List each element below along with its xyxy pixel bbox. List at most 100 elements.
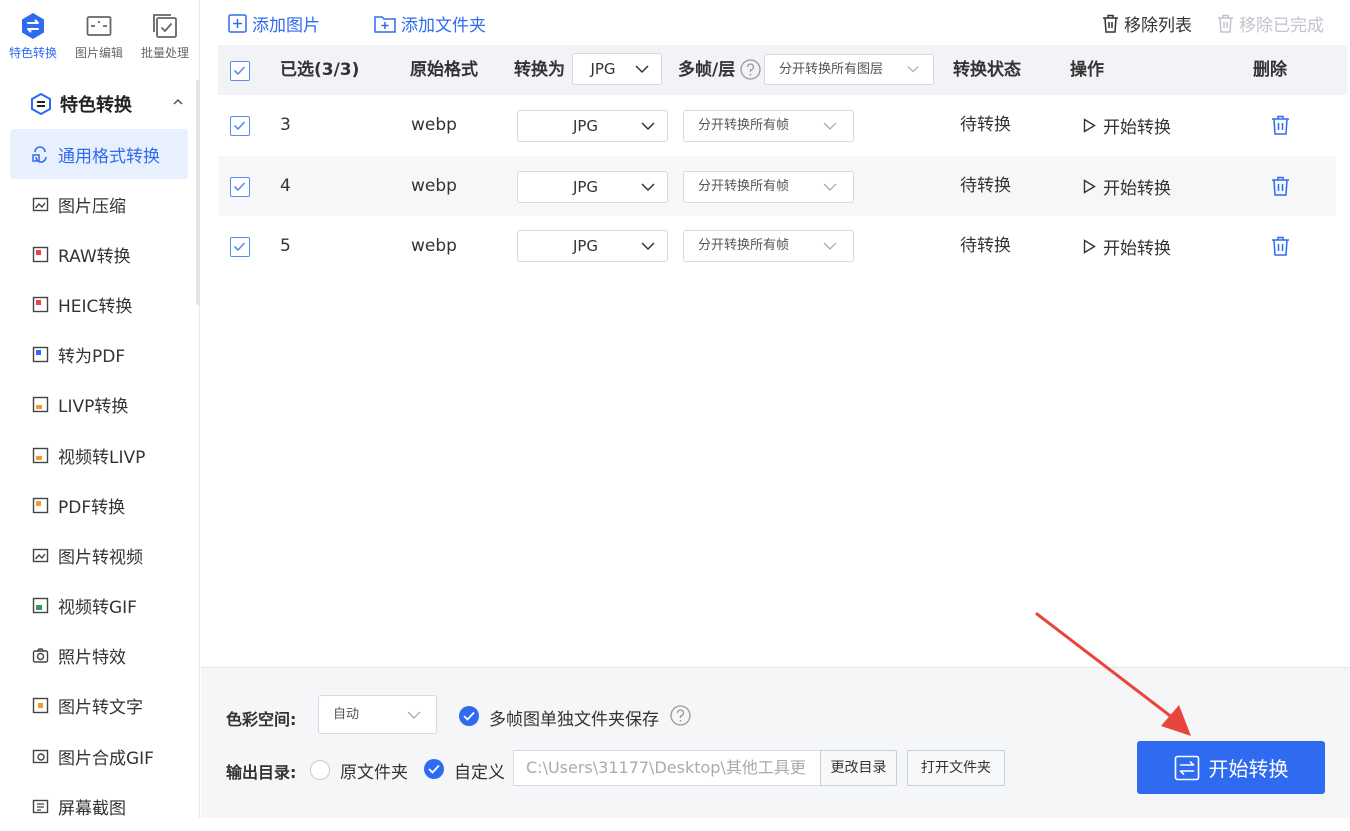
trash-icon (1218, 14, 1233, 33)
check-icon (233, 66, 246, 76)
image-edit-icon (86, 16, 112, 36)
chevron-down-icon (407, 711, 421, 719)
sidebar-item-video-to-livp[interactable]: 视频转LIVP (0, 430, 200, 480)
sidebar-item-livp[interactable]: LIVP转换 (0, 380, 200, 430)
trash-icon (1103, 14, 1118, 33)
start-row-button[interactable]: 开始转换 (1083, 95, 1171, 155)
row-format-select[interactable]: JPG (517, 230, 668, 262)
raw-icon (32, 246, 49, 262)
sidebar-item-heic[interactable]: HEIC转换 (0, 279, 200, 329)
table-row[interactable]: 3 webp JPG 分开转换所有帧 待转换 开始转换 (218, 95, 1336, 155)
topnav-image-edit[interactable]: 图片编辑 (66, 0, 132, 70)
start-convert-button[interactable]: 开始转换 (1137, 741, 1325, 794)
video-livp-icon (32, 447, 49, 463)
help-icon[interactable] (670, 705, 691, 726)
start-row-button[interactable]: 开始转换 (1083, 216, 1171, 276)
topnav-batch[interactable]: 批量处理 (132, 0, 198, 70)
delete-row-icon[interactable] (1271, 176, 1290, 196)
global-multiframe-select[interactable]: 分开转换所有图层 (764, 54, 934, 85)
topnav-special-convert[interactable]: 特色转换 (0, 0, 66, 70)
delete-row-icon[interactable] (1271, 236, 1290, 256)
sidebar-item-to-pdf[interactable]: 转为PDF (0, 330, 200, 380)
status-text: 待转换 (960, 115, 1011, 135)
delete-row-icon[interactable] (1271, 115, 1290, 135)
add-folder-button[interactable]: 添加文件夹 (374, 10, 486, 36)
header-delete: 删除 (1253, 60, 1287, 80)
add-image-icon (228, 13, 247, 33)
select-all-checkbox[interactable] (230, 61, 250, 81)
row-multiframe-select[interactable]: 分开转换所有帧 (683, 110, 854, 142)
start-row-button[interactable]: 开始转换 (1083, 156, 1171, 216)
settings-panel: 色彩空间: 自动 多帧图单独文件夹保存 输出目录: 原文件夹 自定义 C:\Us… (201, 667, 1350, 818)
convert-group-icon (31, 93, 51, 115)
check-icon (428, 764, 440, 774)
check-icon (463, 711, 475, 721)
header-action: 操作 (1070, 60, 1104, 80)
color-space-label: 色彩空间: (226, 710, 297, 729)
row-checkbox[interactable] (230, 237, 250, 257)
output-custom-radio[interactable] (424, 759, 444, 779)
convert-icon (1174, 755, 1199, 780)
chevron-down-icon (823, 183, 837, 191)
batch-icon (153, 14, 177, 38)
header-convert-to: 转换为 (514, 60, 565, 80)
file-name: 3 (280, 115, 291, 135)
help-icon[interactable] (740, 59, 761, 80)
chevron-down-icon (635, 65, 649, 74)
open-folder-button[interactable]: 打开文件夹 (907, 750, 1005, 786)
row-multiframe-select[interactable]: 分开转换所有帧 (683, 230, 854, 262)
sidebar-group-title[interactable]: 特色转换 (0, 84, 200, 124)
play-icon (1083, 178, 1096, 194)
header-status: 转换状态 (953, 60, 1021, 80)
output-original-radio[interactable] (310, 760, 330, 780)
sidebar-item-image-to-video[interactable]: 图片转视频 (0, 530, 200, 580)
chevron-up-icon[interactable] (172, 96, 184, 108)
add-folder-icon (374, 15, 396, 33)
sidebar-item-image-to-text[interactable]: 图片转文字 (0, 681, 200, 731)
sidebar-item-compress[interactable]: 图片压缩 (0, 179, 200, 229)
multiframe-folder-label: 多帧图单独文件夹保存 (489, 710, 659, 730)
table-row[interactable]: 4 webp JPG 分开转换所有帧 待转换 开始转换 (218, 156, 1336, 216)
pdf-convert-icon (32, 497, 49, 513)
chevron-down-icon (641, 122, 655, 131)
ocr-icon (32, 698, 49, 714)
row-checkbox[interactable] (230, 177, 250, 197)
output-path-input[interactable]: C:\Users\31177\Desktop\其他工具更 (513, 750, 821, 786)
row-checkbox[interactable] (230, 116, 250, 136)
format-convert-icon (32, 145, 47, 163)
sidebar-item-video-to-gif[interactable]: 视频转GIF (0, 581, 200, 631)
remove-completed-button[interactable]: 移除已完成 (1217, 10, 1324, 36)
color-space-select[interactable]: 自动 (318, 695, 437, 734)
sidebar-scrollbar[interactable] (196, 80, 200, 305)
convert-icon (22, 13, 44, 39)
row-format-select[interactable]: JPG (517, 171, 668, 203)
pdf-icon (32, 346, 49, 363)
table-row[interactable]: 5 webp JPG 分开转换所有帧 待转换 开始转换 (218, 216, 1336, 276)
status-text: 待转换 (960, 236, 1011, 256)
multiframe-folder-checkbox[interactable] (459, 706, 479, 726)
check-icon (233, 182, 246, 192)
image-compress-icon (32, 197, 49, 211)
chevron-down-icon (823, 122, 837, 130)
chevron-down-icon (641, 183, 655, 192)
global-format-select[interactable]: JPG (572, 53, 662, 85)
sidebar-item-general-convert[interactable]: 通用格式转换 (10, 129, 188, 179)
file-format: webp (411, 176, 457, 196)
heic-icon (32, 296, 49, 313)
sidebar-item-screenshot[interactable]: 屏幕截图 (0, 781, 200, 831)
sidebar-item-raw[interactable]: RAW转换 (0, 229, 200, 279)
row-format-select[interactable]: JPG (517, 110, 668, 142)
header-multiframe: 多帧/层 (678, 60, 736, 80)
check-icon (233, 121, 246, 131)
sidebar: 特色转换 图片编辑 批量处理 特色转换 通用格式转换 图片压缩 RAW转换 HE… (0, 0, 200, 819)
add-image-button[interactable]: 添加图片 (228, 10, 320, 36)
chevron-down-icon (823, 242, 837, 250)
file-format: webp (411, 236, 457, 256)
row-multiframe-select[interactable]: 分开转换所有帧 (683, 171, 854, 203)
sidebar-item-images-to-gif[interactable]: 图片合成GIF (0, 731, 200, 781)
change-dir-button[interactable]: 更改目录 (820, 750, 897, 786)
remove-list-button[interactable]: 移除列表 (1102, 10, 1192, 36)
sidebar-item-pdf-convert[interactable]: PDF转换 (0, 480, 200, 530)
sidebar-item-photo-effects[interactable]: 照片特效 (0, 631, 200, 681)
livp-icon (32, 397, 49, 413)
